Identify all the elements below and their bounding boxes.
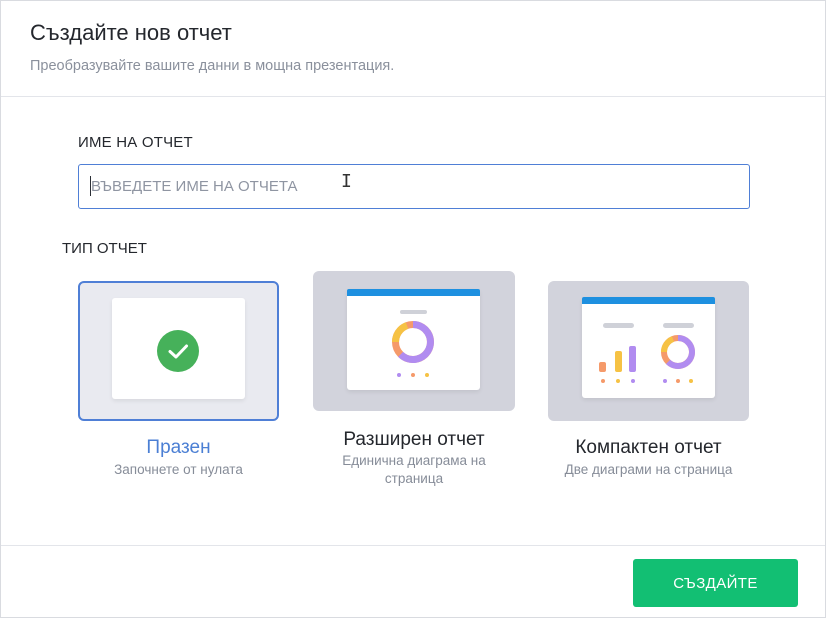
report-type-label: ТИП ОТЧЕТ xyxy=(62,240,147,257)
blank-page-preview xyxy=(112,298,245,399)
report-type-extended-description: Единична диаграма на страница xyxy=(342,453,486,486)
report-name-label: ИМЕ НА ОТЧЕТ xyxy=(78,134,193,151)
report-type-blank-description: Започнете от нулата xyxy=(114,462,243,477)
dialog-header: Създайте нов отчет Преобразувайте вашите… xyxy=(1,1,825,97)
dialog-title: Създайте нов отчет xyxy=(30,20,232,45)
report-type-extended-name: Разширен отчет xyxy=(343,429,485,450)
report-type-compact-description: Две диаграми на страница xyxy=(564,462,733,477)
single-chart-preview-icon xyxy=(347,289,480,390)
ibeam-cursor-icon: I xyxy=(341,171,352,192)
report-type-extended-card[interactable] xyxy=(313,271,515,411)
create-button[interactable]: СЪЗДАЙТЕ xyxy=(633,559,798,607)
text-caret xyxy=(90,176,91,196)
dialog-subtitle: Преобразувайте вашите данни в мощна през… xyxy=(30,58,395,74)
report-type-compact-name: Компактен отчет xyxy=(575,437,722,458)
report-type-blank-card[interactable] xyxy=(78,281,279,421)
create-report-dialog: Създайте нов отчет Преобразувайте вашите… xyxy=(0,0,826,618)
check-icon xyxy=(157,330,199,372)
report-type-blank-name: Празен xyxy=(146,437,211,458)
two-charts-preview-icon xyxy=(582,297,715,398)
report-name-input[interactable] xyxy=(78,164,750,209)
footer-divider xyxy=(1,545,825,546)
report-type-compact-card[interactable] xyxy=(548,281,749,421)
